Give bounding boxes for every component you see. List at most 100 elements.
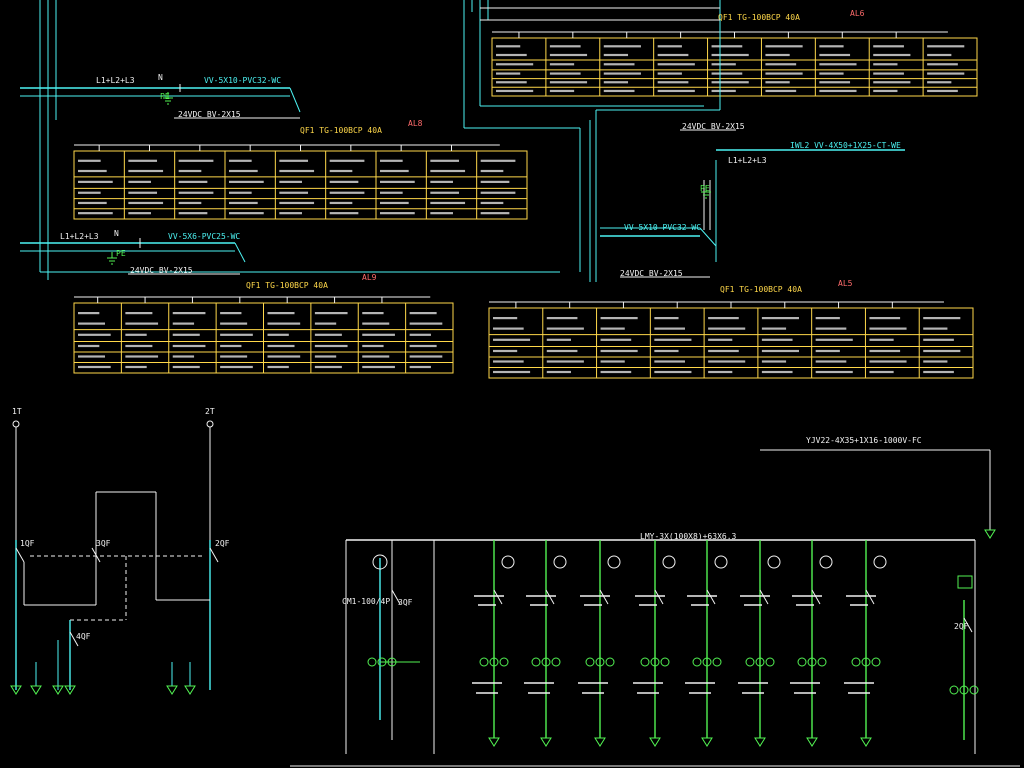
- panel-al8-cell-text: [279, 169, 315, 173]
- panel-al6-cell-text: [496, 45, 521, 48]
- ground-arrow: [184, 685, 196, 695]
- ct-c-7: [817, 657, 827, 667]
- panel-al8-cell-text: [480, 169, 504, 173]
- panel-al5-cell-text: [869, 349, 901, 353]
- ammeter-feeder-5: [714, 555, 728, 569]
- panel-al9-cell-text: [362, 333, 395, 336]
- al5-main-breaker: QF1 TG-100BCP 40A: [720, 285, 802, 294]
- feeder-label-strip: [744, 604, 762, 606]
- panel-al5-cell-text: [761, 327, 787, 330]
- panel-al9-cell-text: [125, 312, 153, 315]
- ammeter-feeder-2: [553, 555, 567, 569]
- panel-al5-cell-text: [815, 327, 847, 330]
- panel-al8-cell-text: [480, 180, 510, 183]
- qf2-blade: [209, 547, 219, 563]
- panel-al5-cell-text: [493, 327, 524, 330]
- panel-al9-cell-text: [172, 333, 200, 336]
- panel-al8-cell-text: [430, 180, 453, 183]
- panel-al5-cell-text: [654, 349, 679, 353]
- busbar-label: LMY-3X(100X8)+63X6.3: [640, 532, 737, 541]
- panel-al6-cell-text: [711, 81, 749, 84]
- feeder-arrow-4: [649, 737, 661, 747]
- al8-neutral: N: [158, 73, 163, 82]
- panel-al6-cell-text: [765, 72, 803, 75]
- panel-al5-cell-text: [708, 317, 739, 320]
- ct-c-2: [551, 657, 561, 667]
- feeder-label-strip: [740, 595, 770, 597]
- panel-al9-cell-text: [78, 333, 111, 336]
- panel-al5-cell-text: [493, 360, 524, 363]
- ammeter-feeder-3: [607, 555, 621, 569]
- panel-al8-cell-text: [279, 212, 302, 215]
- panel-al8-cell-text: [128, 212, 151, 215]
- panel-al5-cell-text: [546, 349, 578, 353]
- al8-feeder-cable: VV-5X10-PVC32-WC: [204, 76, 282, 85]
- panel-al5-cell-text: [761, 338, 793, 341]
- panel-al9-title: AL9: [362, 273, 377, 282]
- panel-al8-cell-text: [329, 201, 353, 205]
- ct-c-5: [712, 657, 722, 667]
- panel-al9-cell-text: [78, 355, 106, 358]
- panel-al9-cell-text: [362, 322, 390, 325]
- panel-al6-cell-text: [927, 89, 958, 93]
- al5-pe: PE: [700, 184, 710, 193]
- panel-al6-cell-text: [657, 45, 682, 48]
- panel-al8-cell-text: [78, 159, 101, 162]
- panel-al9-cell-text: [172, 344, 206, 348]
- panel-al8-cell-text: [128, 201, 164, 205]
- panel-al6-cell-text: [711, 53, 749, 57]
- panel-al8-cell-text: [430, 201, 466, 205]
- ct-label-strip: [844, 682, 874, 684]
- panel-al6-cell-text: [819, 45, 844, 48]
- panel-al8-cell-text: [430, 191, 460, 194]
- ct-label-strip: [848, 692, 870, 694]
- panel-al8-cell-text: [329, 169, 353, 173]
- panel-al5-cell-text: [654, 338, 692, 341]
- panel-al8-cell-text: [178, 180, 208, 183]
- panel-al6-cell-text: [819, 89, 857, 93]
- feeder-arrow-2: [540, 737, 552, 747]
- ct-a-6: [745, 657, 755, 667]
- panel-al9-cell-text: [78, 344, 100, 348]
- panel-al5-cell-text: [923, 349, 961, 353]
- transformer-2t-terminal: [206, 420, 214, 428]
- ammeter-feeder-4: [662, 555, 676, 569]
- panel-al9-cell-text: [362, 365, 395, 369]
- main-cb-label: CM1-100/4P: [342, 597, 391, 606]
- panel-al6-cell-text: [657, 53, 689, 57]
- panel-al8-cell-text: [229, 169, 258, 173]
- ct-label-strip: [633, 682, 663, 684]
- panel-al9-cell-text: [314, 322, 337, 325]
- panel-al9-cell-text: [362, 344, 384, 348]
- panel-al5-cell-text: [815, 349, 840, 353]
- ct-label-strip: [476, 692, 498, 694]
- panel-al6-cell-text: [496, 72, 521, 75]
- panel-al6-cell-text: [927, 45, 965, 48]
- al8-pe: PE: [160, 92, 170, 101]
- panel-al9-cell-text: [409, 333, 431, 336]
- transformer-2t-label: 2T: [205, 407, 215, 416]
- panel-al6-cell-text: [603, 89, 635, 93]
- panel-al6-cell-text: [765, 53, 790, 57]
- panel-al5-cell-text: [708, 370, 733, 374]
- panel-al8-cell-text: [380, 180, 415, 183]
- ct-label-strip: [794, 692, 816, 694]
- panel-al5-cell-text: [546, 317, 578, 320]
- panel-al6-title: AL6: [850, 9, 865, 18]
- qf2-label: 2QF: [215, 539, 230, 548]
- panel-al9-cell-text: [220, 344, 242, 348]
- panel-al5-cell-text: [869, 370, 894, 374]
- ct-label-strip: [689, 692, 711, 694]
- ct-label-strip: [637, 692, 659, 694]
- panel-al5-cell-text: [654, 327, 685, 330]
- ct-label-strip: [685, 682, 715, 684]
- panel-al9-cell-text: [267, 365, 289, 369]
- panel-al6-cell-text: [927, 72, 965, 75]
- ct-a-1: [479, 657, 489, 667]
- panel-al9-cell-text: [314, 355, 337, 358]
- feeder-label-strip: [796, 604, 814, 606]
- panel-al8-cell-text: [329, 159, 365, 162]
- al9-main-breaker: QF1 TG-100BCP 40A: [246, 281, 328, 290]
- feeder-arrow-6: [754, 737, 766, 747]
- panel-al8-title: AL8: [408, 119, 423, 128]
